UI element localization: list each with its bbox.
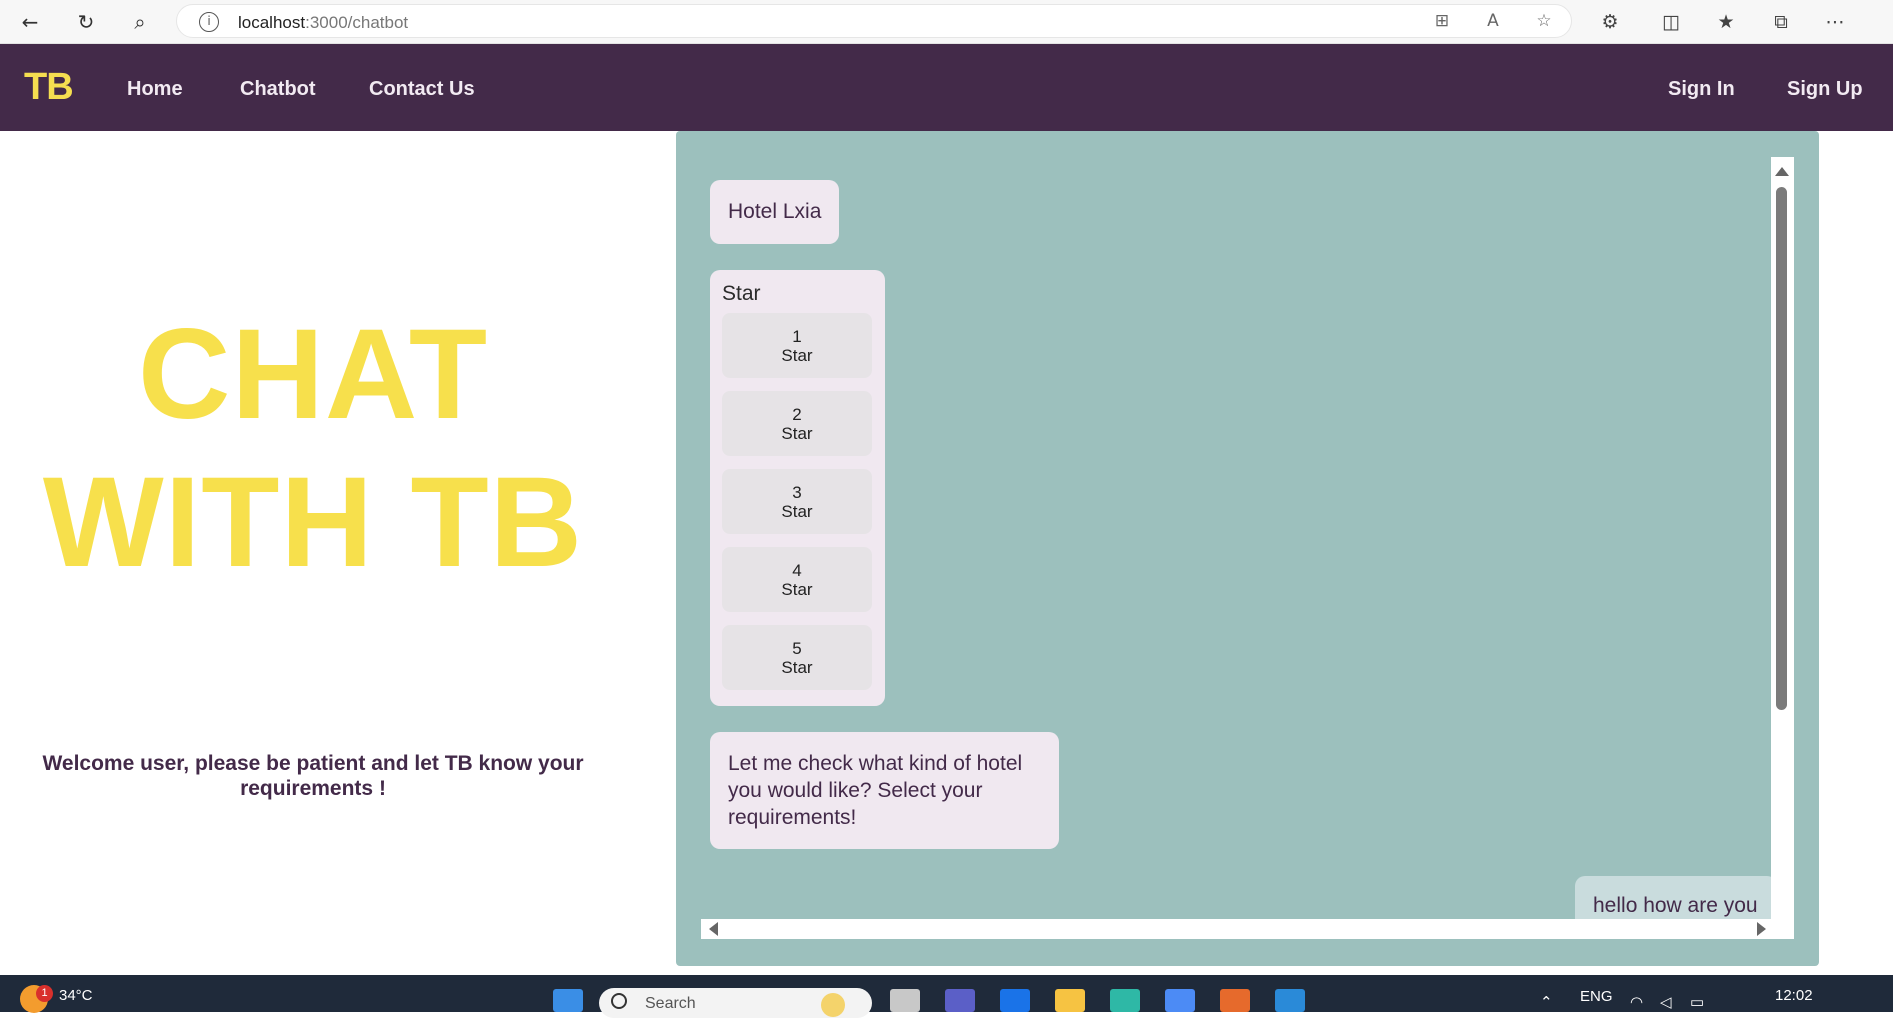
firefox-icon[interactable] [1220, 989, 1250, 1012]
vertical-scrollbar[interactable] [1771, 157, 1794, 939]
back-icon[interactable]: ← [16, 8, 44, 36]
clock-time[interactable]: 12:02 [1775, 987, 1813, 1004]
favorites-icon[interactable]: ★ [1712, 8, 1740, 36]
extensions-icon[interactable]: ⚙ [1596, 8, 1624, 36]
start-icon[interactable] [553, 989, 583, 1012]
windows-taskbar: 1 34°C Search ⌃ ENG ◠ ◁ ▭ 12:02 [0, 975, 1893, 1018]
browser-toolbar: ← ↻ ⌕ i localhost:3000/chatbot ⊞ A ☆ ⚙ ◫… [0, 0, 1893, 44]
battery-icon[interactable]: ▭ [1690, 993, 1704, 1011]
scroll-right-icon[interactable] [1757, 922, 1766, 936]
star-option-1-button[interactable]: 1 Star [722, 313, 872, 378]
favorite-star-icon[interactable]: ☆ [1533, 11, 1555, 33]
temperature-text: 34°C [59, 987, 93, 1004]
chat-messages[interactable]: Hotel Lxia Star 1 Star 2 Star 3 Star 4 S… [701, 157, 1771, 919]
hero-subtitle: Welcome user, please be patient and let … [42, 752, 584, 800]
bot-message-bubble: Hotel Lxia [710, 180, 840, 244]
hero-section: CHAT WITH TB Welcome user, please be pat… [0, 131, 676, 966]
hero-title-line-1: CHAT [138, 303, 488, 446]
wifi-icon[interactable]: ◠ [1630, 993, 1643, 1011]
star-option-2-button[interactable]: 2 Star [722, 391, 872, 456]
app-navbar: TB Home Chatbot Contact Us Sign In Sign … [0, 44, 1893, 131]
star-options-card: Star 1 Star 2 Star 3 Star 4 Star 5 Star [710, 270, 885, 706]
vscode-icon[interactable] [1275, 989, 1305, 1012]
refresh-icon[interactable]: ↻ [72, 8, 100, 36]
user-message-bubble: hello how are you [1575, 876, 1771, 919]
bing-highlight-icon [821, 993, 845, 1017]
url-path: :3000/chatbot [305, 13, 409, 32]
scroll-left-icon[interactable] [709, 922, 718, 936]
nav-link-contact-us[interactable]: Contact Us [369, 78, 475, 101]
file-explorer-icon[interactable] [1055, 989, 1085, 1012]
bot-message-bubble: Let me check what kind of hotel you woul… [710, 732, 1059, 849]
star-option-label: Star [781, 501, 813, 521]
star-option-label: Star [781, 345, 813, 365]
volume-icon[interactable]: ◁ [1660, 993, 1672, 1011]
tray-chevron-icon[interactable]: ⌃ [1540, 993, 1553, 1011]
brand-logo[interactable]: TB [24, 66, 74, 109]
url-text[interactable]: localhost:3000/chatbot [238, 13, 408, 33]
star-option-number: 5 [792, 638, 802, 658]
star-option-number: 2 [792, 404, 802, 424]
sign-in-link[interactable]: Sign In [1668, 78, 1735, 101]
site-info-icon[interactable]: i [199, 12, 219, 32]
star-option-label: Star [781, 579, 813, 599]
language-indicator[interactable]: ENG [1580, 988, 1613, 1005]
star-option-number: 3 [792, 482, 802, 502]
scrollbar-thumb[interactable] [1776, 187, 1787, 710]
star-option-number: 4 [792, 560, 802, 580]
split-screen-icon[interactable]: ◫ [1657, 8, 1685, 36]
app-available-icon[interactable]: ⊞ [1431, 11, 1453, 33]
notification-badge: 1 [36, 985, 53, 1002]
chat-panel: Hotel Lxia Star 1 Star 2 Star 3 Star 4 S… [676, 131, 1819, 966]
address-bar[interactable]: i localhost:3000/chatbot ⊞ A ☆ [176, 4, 1572, 38]
star-option-3-button[interactable]: 3 Star [722, 469, 872, 534]
taskbar-search[interactable]: Search [599, 988, 872, 1018]
horizontal-scrollbar[interactable] [701, 919, 1794, 939]
star-option-label: Star [781, 423, 813, 443]
star-option-5-button[interactable]: 5 Star [722, 625, 872, 690]
search-placeholder: Search [645, 995, 696, 1012]
star-option-4-button[interactable]: 4 Star [722, 547, 872, 612]
star-option-number: 1 [792, 326, 802, 346]
search-icon [611, 993, 627, 1009]
task-view-icon[interactable] [890, 989, 920, 1012]
url-host: localhost [238, 13, 306, 32]
nav-link-home[interactable]: Home [127, 78, 183, 101]
teams-icon[interactable] [945, 989, 975, 1012]
options-title: Star [722, 282, 761, 305]
star-option-label: Star [781, 657, 813, 677]
sign-up-link[interactable]: Sign Up [1787, 78, 1863, 101]
edge-icon[interactable] [1110, 989, 1140, 1012]
store-icon[interactable] [1165, 989, 1195, 1012]
hero-title-line-2: WITH TB [42, 451, 584, 594]
read-aloud-icon[interactable]: A [1482, 11, 1504, 33]
scroll-up-icon[interactable] [1775, 167, 1789, 176]
collections-icon[interactable]: ⧉ [1767, 8, 1795, 36]
mail-icon[interactable] [1000, 989, 1030, 1012]
nav-link-chatbot[interactable]: Chatbot [240, 78, 316, 101]
hero-title: CHAT WITH TB [0, 301, 626, 597]
search-icon[interactable]: ⌕ [126, 8, 154, 36]
more-options-icon[interactable]: ⋯ [1821, 8, 1849, 36]
